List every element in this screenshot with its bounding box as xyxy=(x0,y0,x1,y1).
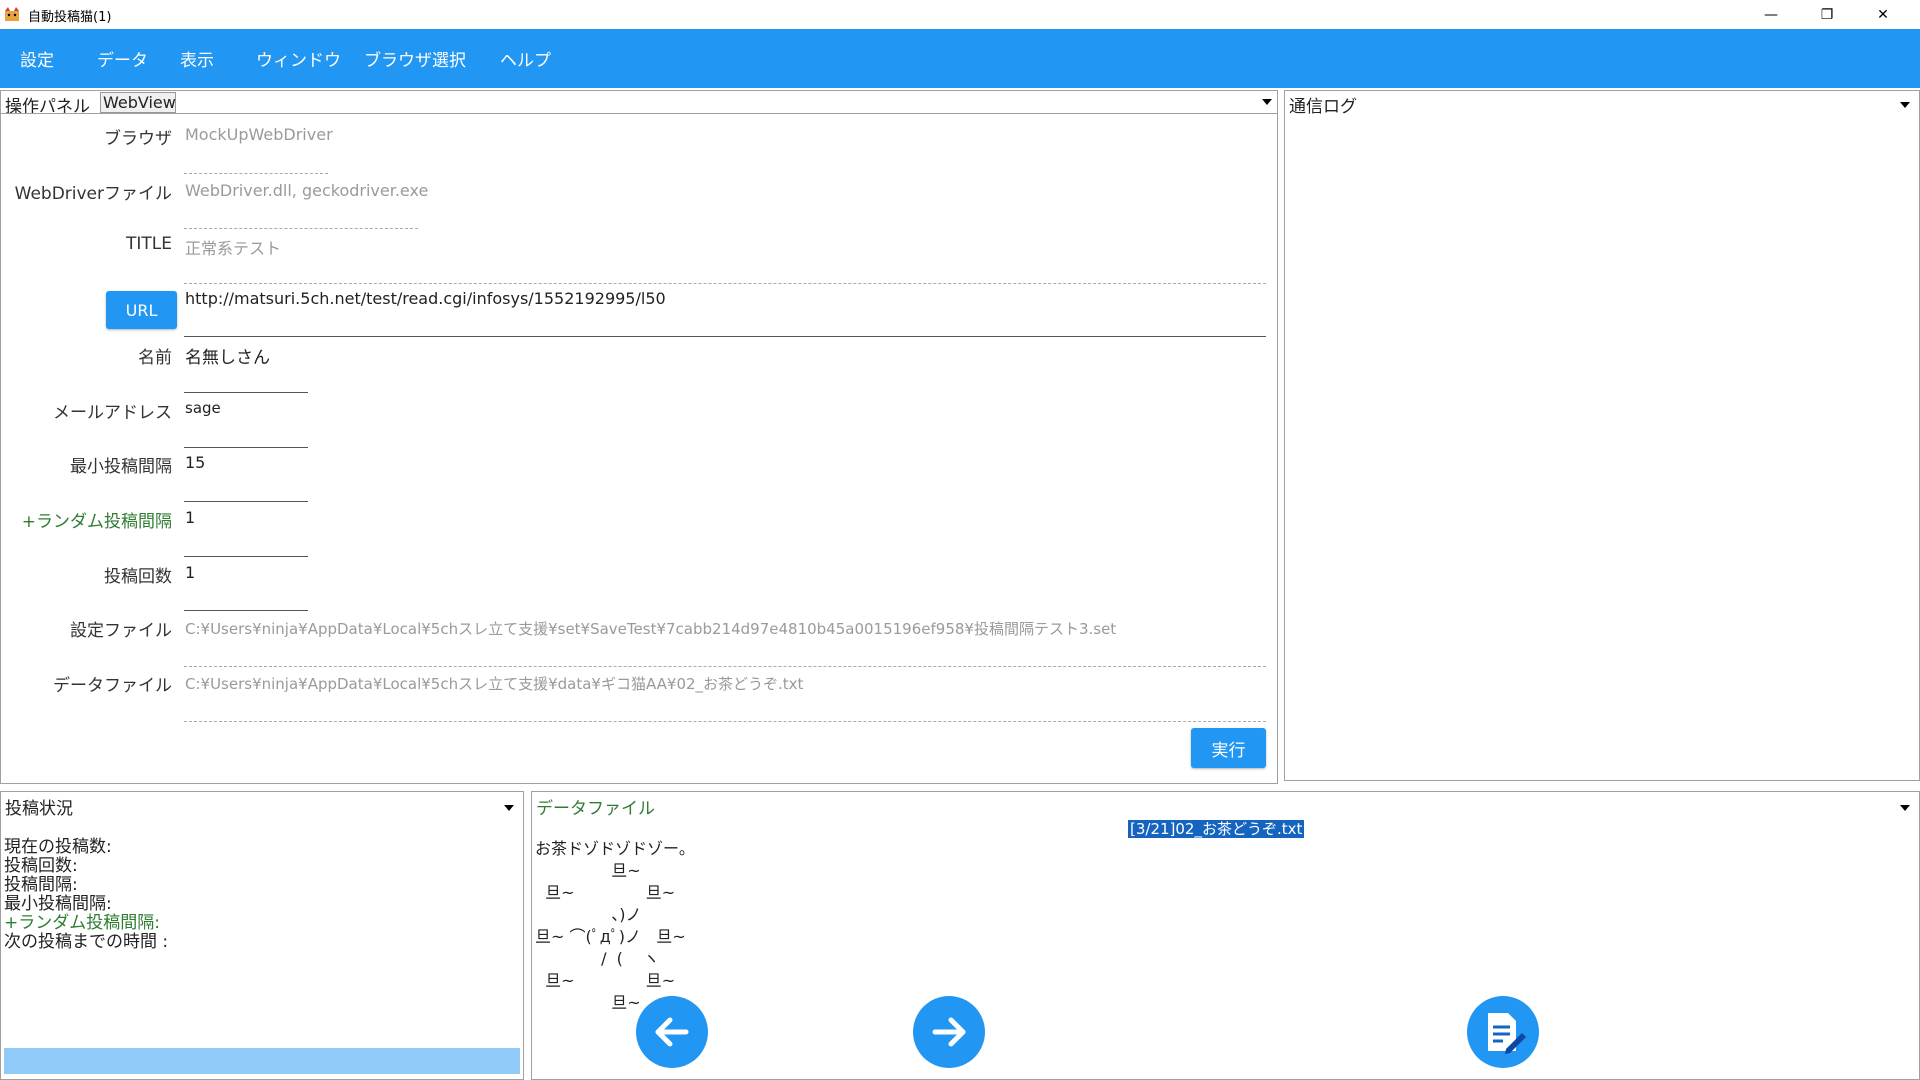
data-file-dropdown-icon[interactable] xyxy=(1900,805,1910,811)
menu-bar: 設定 データ 表示 ウィンドウ ブラウザ選択 ヘルプ xyxy=(0,29,1920,88)
menu-data[interactable]: データ xyxy=(97,46,148,71)
menu-help[interactable]: ヘルプ xyxy=(500,46,551,71)
edit-button[interactable] xyxy=(1467,996,1539,1068)
data-file-underline xyxy=(184,721,1266,722)
app-cat-icon xyxy=(5,7,19,21)
window-title: 自動投稿猫(1) xyxy=(28,10,112,25)
forward-arrow-icon xyxy=(932,1017,966,1047)
prev-button[interactable] xyxy=(636,996,708,1068)
status-interval: 投稿間隔: xyxy=(4,875,78,895)
browser-value: MockUpWebDriver xyxy=(185,125,333,144)
data-file-content: お茶ドゾドゾドゾー。 旦~ 旦~ 旦~ 、)ノ 旦~ ⌒(ﾟдﾟ)ノ 旦~ / … xyxy=(535,839,695,1012)
label-title: TITLE xyxy=(126,234,172,254)
comm-log-panel: 通信ログ xyxy=(1284,90,1920,781)
post-progress-bar xyxy=(4,1048,520,1074)
min-interval-input[interactable]: 15 xyxy=(185,453,205,472)
browser-underline xyxy=(184,173,328,174)
name-underline xyxy=(184,392,308,393)
restore-button[interactable]: ❐ xyxy=(1804,0,1850,29)
data-file-panel-title: データファイル xyxy=(536,799,655,819)
data-file-value: C:¥Users¥ninja¥AppData¥Local¥5chスレ立て支援¥d… xyxy=(185,675,804,693)
menu-settings[interactable]: 設定 xyxy=(20,46,54,71)
label-data-file: データファイル xyxy=(53,676,172,696)
tab-divider xyxy=(0,113,1278,114)
control-panel-dropdown-icon[interactable] xyxy=(1262,99,1272,105)
url-input[interactable]: http://matsuri.5ch.net/test/read.cgi/inf… xyxy=(185,289,666,308)
label-post-count: 投稿回数 xyxy=(104,567,172,587)
status-random-interval: +ランダム投稿間隔: xyxy=(4,913,160,933)
random-interval-underline xyxy=(184,556,308,557)
label-min-interval: 最小投稿間隔 xyxy=(70,457,172,477)
status-next-time: 次の投稿までの時間 : xyxy=(4,932,169,952)
url-underline xyxy=(184,336,1266,337)
email-underline xyxy=(184,447,308,448)
label-email: メールアドレス xyxy=(53,403,172,423)
settings-file-underline xyxy=(184,666,1266,667)
min-interval-underline xyxy=(184,501,308,502)
minimize-button[interactable]: — xyxy=(1748,0,1794,29)
next-button[interactable] xyxy=(913,996,985,1068)
title-underline xyxy=(184,283,1266,284)
status-current-count: 現在の投稿数: xyxy=(4,837,112,857)
webdriver-underline xyxy=(184,228,418,229)
label-settings-file: 設定ファイル xyxy=(70,621,172,641)
label-random-interval: +ランダム投稿間隔 xyxy=(21,512,172,532)
post-status-title: 投稿状況 xyxy=(5,799,73,819)
menu-browser-select[interactable]: ブラウザ選択 xyxy=(364,46,466,71)
random-interval-input[interactable]: 1 xyxy=(185,508,195,527)
menu-window[interactable]: ウィンドウ xyxy=(256,46,341,71)
label-name: 名前 xyxy=(138,348,172,368)
post-count-input[interactable]: 1 xyxy=(185,563,195,582)
tab-webview[interactable]: WebView xyxy=(100,92,176,113)
settings-file-value: C:¥Users¥ninja¥AppData¥Local¥5chスレ立て支援¥s… xyxy=(185,620,1117,638)
post-status-dropdown-icon[interactable] xyxy=(504,805,514,811)
menu-view[interactable]: 表示 xyxy=(180,46,214,71)
data-file-name-badge: [3/21]02_お茶どうぞ.txt xyxy=(1128,820,1305,838)
name-input[interactable]: 名無しさん xyxy=(185,343,270,368)
status-post-count: 投稿回数: xyxy=(4,856,78,876)
post-count-underline xyxy=(184,610,308,611)
back-arrow-icon xyxy=(655,1017,689,1047)
comm-log-title: 通信ログ xyxy=(1289,97,1357,117)
run-button[interactable]: 実行 xyxy=(1191,728,1266,768)
title-input[interactable]: 正常系テスト xyxy=(185,235,281,259)
post-status-lines: 現在の投稿数: 投稿回数: 投稿間隔: 最小投稿間隔: +ランダム投稿間隔: 次の投稿まで… xyxy=(4,838,168,952)
label-browser: ブラウザ xyxy=(104,129,172,149)
url-button[interactable]: URL xyxy=(106,291,177,329)
comm-log-dropdown-icon[interactable] xyxy=(1900,102,1910,108)
title-bar: 自動投稿猫(1) — ❐ ✕ xyxy=(0,0,1920,29)
label-webdriver: WebDriverファイル xyxy=(14,184,172,204)
close-button[interactable]: ✕ xyxy=(1860,0,1906,29)
webdriver-value: WebDriver.dll, geckodriver.exe xyxy=(185,181,429,200)
edit-document-icon xyxy=(1488,1013,1526,1054)
status-min-interval: 最小投稿間隔: xyxy=(4,894,112,914)
email-input[interactable]: sage xyxy=(185,399,221,417)
